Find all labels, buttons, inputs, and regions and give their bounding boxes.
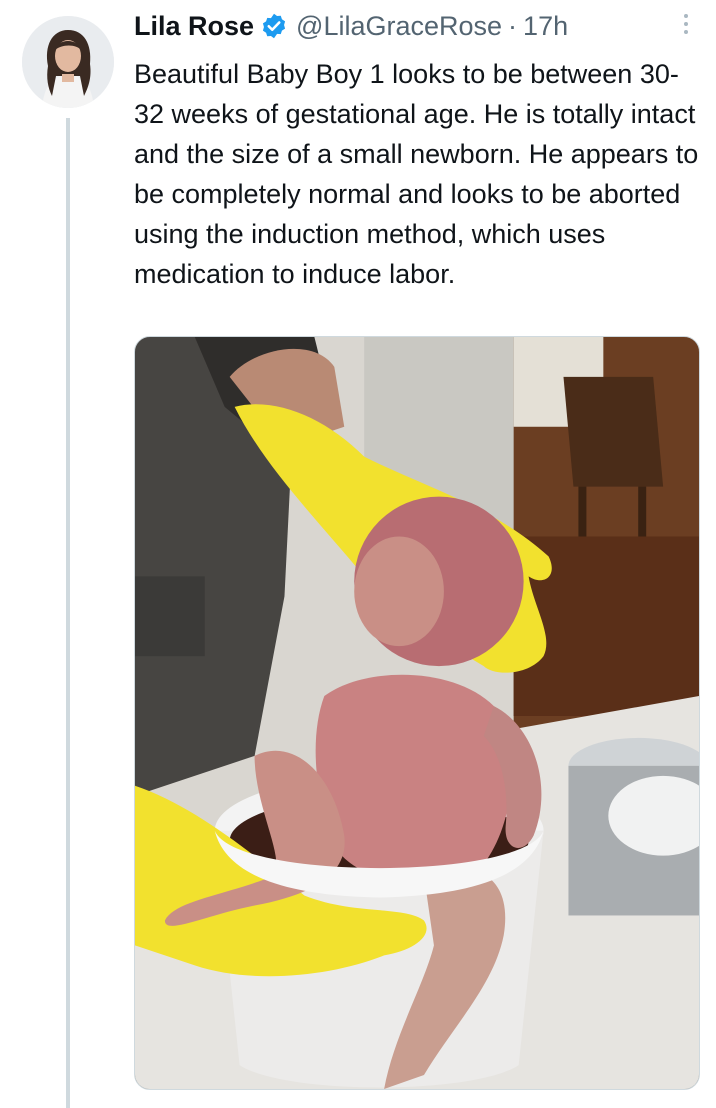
avatar-photo [22,16,114,108]
more-options-icon[interactable] [676,10,696,40]
verified-badge-icon [260,12,288,40]
tweet: Lila Rose @LilaGraceRose · 17h Beautiful… [134,0,700,294]
header-separator: · [508,10,518,41]
author-display-name[interactable]: Lila Rose [134,11,254,42]
tweet-text: Beautiful Baby Boy 1 looks to be between… [134,59,699,289]
thread-line [66,118,70,1108]
attached-photo [135,337,699,1089]
tweet-timestamp[interactable]: 17h [523,11,568,42]
tweet-media-image[interactable] [134,336,700,1090]
tweet-header: Lila Rose @LilaGraceRose · 17h [134,0,700,52]
author-handle[interactable]: @LilaGraceRose [296,11,502,42]
author-avatar[interactable] [22,16,114,108]
